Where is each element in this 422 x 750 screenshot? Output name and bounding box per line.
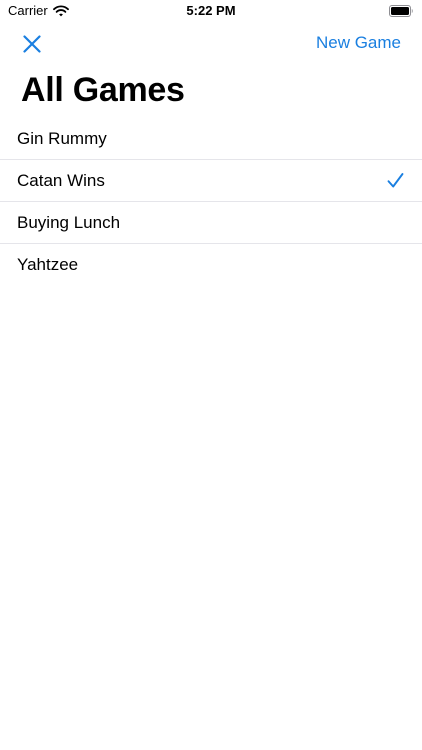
game-list: Gin Rummy Catan Wins Buying Lunch Yahtze…: [0, 118, 422, 285]
game-label: Yahtzee: [17, 255, 79, 274]
game-list-item-gin-rummy[interactable]: Gin Rummy: [0, 118, 422, 160]
new-game-button[interactable]: New Game: [316, 32, 401, 54]
close-icon: [23, 35, 41, 53]
navigation-bar: New Game: [0, 22, 422, 66]
close-button[interactable]: [14, 26, 50, 62]
status-bar: Carrier 5:22 PM: [0, 0, 422, 22]
page-title: All Games: [21, 71, 185, 109]
game-list-item-buying-lunch[interactable]: Buying Lunch: [0, 202, 422, 244]
status-time: 5:22 PM: [186, 3, 236, 18]
game-label: Buying Lunch: [17, 213, 121, 232]
battery-full-icon: [389, 5, 413, 17]
game-list-item-yahtzee[interactable]: Yahtzee: [0, 244, 422, 285]
game-list-item-catan-wins[interactable]: Catan Wins: [0, 160, 422, 202]
game-label: Catan Wins: [17, 171, 105, 190]
checkmark-icon: [387, 173, 404, 188]
game-label: Gin Rummy: [17, 129, 107, 148]
